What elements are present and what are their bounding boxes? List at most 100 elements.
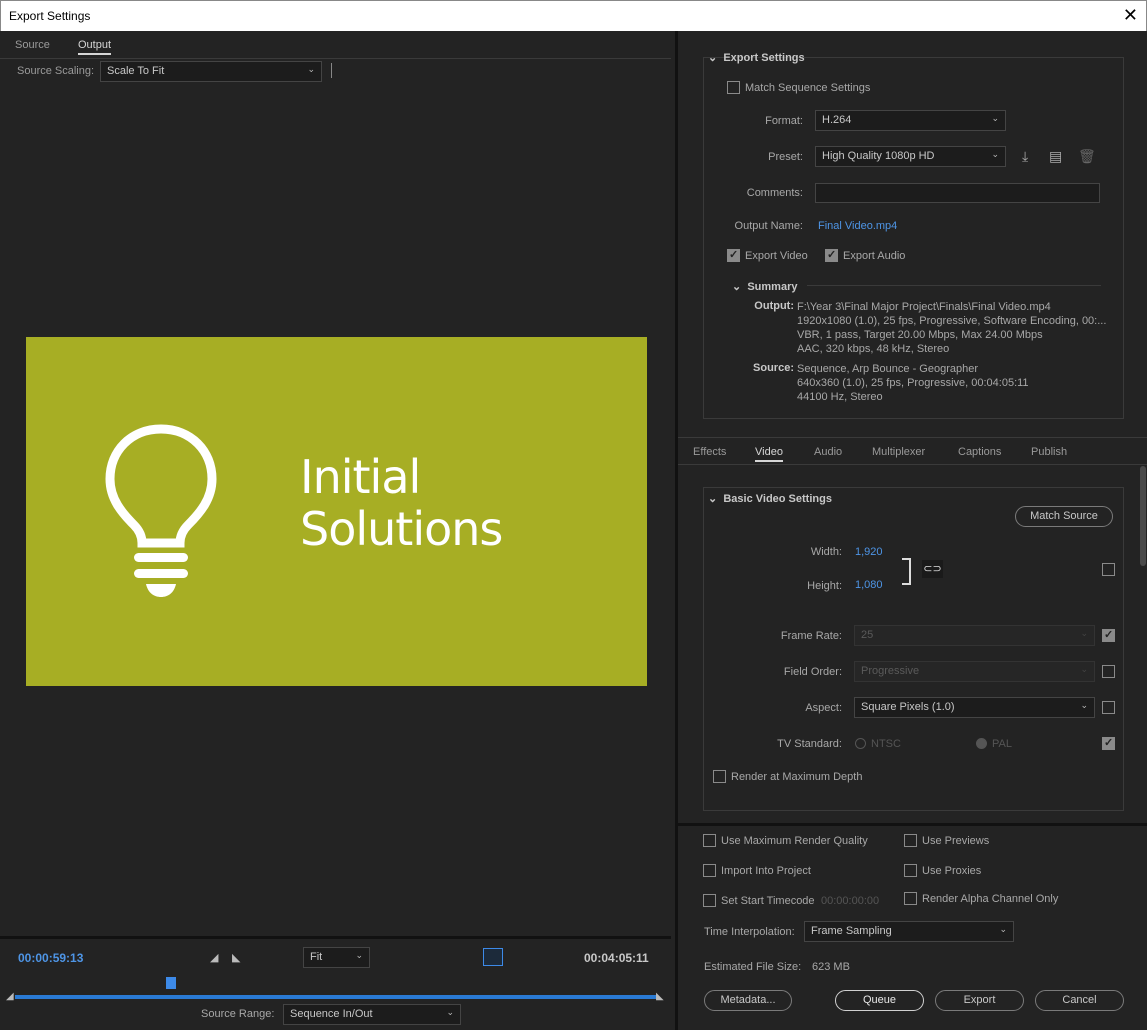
scrollbar[interactable]	[1140, 466, 1146, 566]
match-sequence-checkbox[interactable]	[727, 81, 740, 94]
frame-rate-checkbox[interactable]	[1102, 628, 1115, 642]
close-icon[interactable]: ✕	[1123, 5, 1138, 25]
metadata-button[interactable]: Metadata...	[704, 990, 792, 1011]
frame-rate-label: Frame Rate:	[780, 630, 842, 642]
time-interp-label: Time Interpolation:	[704, 926, 795, 938]
use-proxies-checkbox[interactable]	[904, 864, 917, 877]
import-project-checkbox[interactable]	[703, 864, 716, 877]
source-scaling-label: Source Scaling:	[17, 65, 95, 77]
settings-tabs: Effects Video Audio Multiplexer Captions…	[678, 437, 1147, 465]
playhead[interactable]	[166, 977, 176, 989]
current-timecode[interactable]: 00:00:59:13	[18, 951, 83, 965]
brand-text: Initial Solutions	[300, 450, 503, 555]
settings-pane: ⌄ Export Settings Match Sequence Setting…	[675, 31, 1147, 1030]
zoom-dropdown[interactable]: Fit ⌄	[303, 947, 370, 968]
in-point-icon[interactable]: ◢	[6, 991, 14, 1002]
render-max-depth-checkbox[interactable]	[713, 770, 726, 783]
resize-checkbox[interactable]	[1102, 563, 1115, 576]
preview-tabs: Source Output	[0, 31, 671, 59]
use-proxies-label: Use Proxies	[922, 865, 982, 877]
mark-in-icon[interactable]: ◢	[210, 951, 218, 964]
queue-button[interactable]: Queue	[835, 990, 924, 1011]
lightbulb-icon	[105, 424, 217, 597]
aspect-toggle-button[interactable]	[483, 948, 503, 966]
summary-source-line: 44100 Hz, Stereo	[797, 391, 883, 403]
preset-value: High Quality 1080p HD	[822, 150, 935, 162]
chevron-down-icon: ⌄	[1080, 700, 1088, 710]
source-range-label: Source Range:	[201, 1008, 275, 1020]
divider	[678, 823, 1147, 826]
trash-icon[interactable]: 🗑	[1078, 148, 1096, 165]
summary-output-label: Output:	[754, 300, 794, 312]
chevron-down-icon: ⌄	[991, 149, 999, 159]
output-name-link[interactable]: Final Video.mp4	[818, 220, 897, 232]
export-settings-header[interactable]: ⌄ Export Settings	[708, 51, 805, 64]
aspect-checkbox[interactable]	[1102, 701, 1115, 714]
zoom-value: Fit	[310, 951, 323, 963]
chevron-down-icon: ⌄	[355, 950, 363, 960]
tab-video[interactable]: Video	[755, 446, 783, 462]
export-audio-checkbox[interactable]	[825, 248, 838, 262]
summary-output-line: AAC, 320 kbps, 48 kHz, Stereo	[797, 343, 950, 355]
max-render-label: Use Maximum Render Quality	[721, 835, 868, 847]
pal-radio[interactable]	[976, 738, 987, 749]
field-order-value: Progressive	[861, 665, 920, 677]
link-icon[interactable]: ⊂⊃	[922, 560, 943, 578]
width-value[interactable]: 1,920	[855, 546, 883, 558]
field-order-dropdown[interactable]: Progressive ⌄	[854, 661, 1095, 682]
use-previews-checkbox[interactable]	[904, 834, 917, 847]
format-dropdown[interactable]: H.264 ⌄	[815, 110, 1006, 131]
tv-standard-checkbox[interactable]	[1102, 736, 1115, 750]
export-button[interactable]: Export	[935, 990, 1024, 1011]
field-order-checkbox[interactable]	[1102, 665, 1115, 678]
match-sequence-label: Match Sequence Settings	[745, 82, 871, 94]
frame-rate-dropdown[interactable]: 25 ⌄	[854, 625, 1095, 646]
brand-line-1: Initial	[300, 450, 421, 504]
max-render-checkbox[interactable]	[703, 834, 716, 847]
timeline-track[interactable]	[15, 995, 657, 999]
aspect-label: Aspect:	[805, 702, 842, 714]
aspect-dropdown[interactable]: Square Pixels (1.0) ⌄	[854, 697, 1095, 718]
pal-label: PAL	[992, 738, 1012, 750]
source-range-dropdown[interactable]: Sequence In/Out ⌄	[283, 1004, 461, 1025]
tab-effects[interactable]: Effects	[693, 446, 726, 458]
summary-output-line: VBR, 1 pass, Target 20.00 Mbps, Max 24.0…	[797, 329, 1043, 341]
import-preset-icon[interactable]: ▤	[1049, 148, 1062, 165]
save-preset-icon[interactable]: ⤓	[1022, 148, 1028, 165]
frame-rate-value: 25	[861, 629, 874, 641]
tab-publish[interactable]: Publish	[1031, 446, 1067, 458]
height-label: Height:	[807, 580, 842, 592]
output-name-label: Output Name:	[734, 220, 803, 232]
render-max-depth-label: Render at Maximum Depth	[731, 771, 863, 783]
match-source-button[interactable]: Match Source	[1015, 506, 1113, 527]
height-value[interactable]: 1,080	[855, 579, 883, 591]
basic-video-header[interactable]: ⌄ Basic Video Settings	[708, 492, 832, 505]
tab-output[interactable]: Output	[78, 39, 112, 55]
cancel-button[interactable]: Cancel	[1035, 990, 1124, 1011]
tab-captions[interactable]: Captions	[958, 446, 1001, 458]
ntsc-radio[interactable]	[855, 738, 866, 749]
preset-dropdown[interactable]: High Quality 1080p HD ⌄	[815, 146, 1006, 167]
start-timecode-value[interactable]: 00:00:00:00	[821, 895, 879, 907]
tab-multiplexer[interactable]: Multiplexer	[872, 446, 925, 458]
render-alpha-checkbox[interactable]	[904, 892, 917, 905]
divider	[807, 285, 1101, 286]
summary-header[interactable]: ⌄ Summary	[732, 280, 797, 293]
start-timecode-label: Set Start Timecode	[721, 895, 815, 907]
start-timecode-checkbox[interactable]	[703, 894, 716, 907]
export-video-checkbox[interactable]	[727, 248, 740, 262]
mark-out-icon[interactable]: ◣	[232, 951, 240, 964]
out-point-icon[interactable]: ◣	[656, 991, 664, 1002]
import-project-label: Import Into Project	[721, 865, 811, 877]
export-audio-label: Export Audio	[843, 250, 906, 262]
tab-source[interactable]: Source	[15, 39, 50, 51]
source-scaling-dropdown[interactable]: Scale To Fit ⌄	[100, 61, 322, 82]
format-value: H.264	[822, 114, 852, 126]
use-previews-label: Use Previews	[922, 835, 990, 847]
time-interp-dropdown[interactable]: Frame Sampling ⌄	[804, 921, 1014, 942]
comments-input[interactable]	[815, 183, 1100, 203]
est-size-value: 623 MB	[812, 961, 850, 973]
tab-audio[interactable]: Audio	[814, 446, 842, 458]
width-label: Width:	[810, 546, 842, 558]
duration-timecode: 00:04:05:11	[584, 951, 649, 965]
